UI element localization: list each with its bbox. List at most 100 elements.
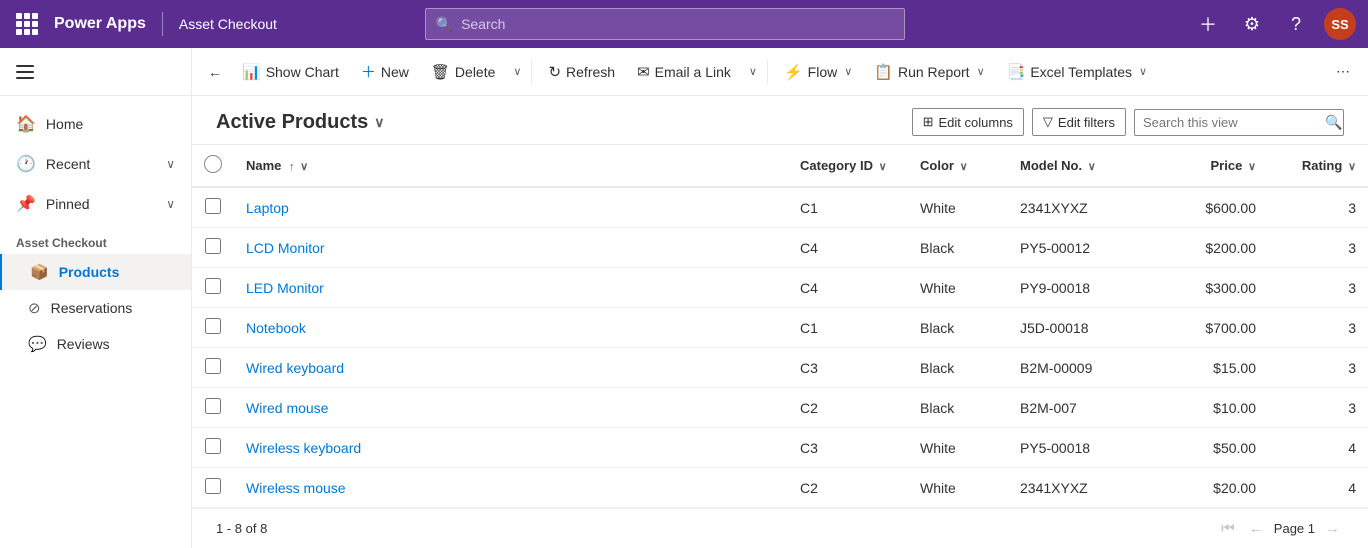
col-price-label: Price: [1211, 158, 1243, 173]
view-search-input[interactable]: [1143, 115, 1319, 130]
row-category-id: C1: [788, 187, 908, 228]
edit-columns-button[interactable]: ⊞ Edit columns: [912, 108, 1024, 136]
col-category-id[interactable]: Category ID ∨: [788, 145, 908, 187]
product-name-link[interactable]: Wireless mouse: [246, 480, 346, 496]
rating-filter-icon[interactable]: ∨: [1348, 161, 1356, 173]
row-name[interactable]: Wireless keyboard: [234, 428, 788, 468]
row-checkbox[interactable]: [205, 278, 221, 294]
show-chart-button[interactable]: 📊 Show Chart: [232, 57, 349, 87]
product-name-link[interactable]: Wired mouse: [246, 400, 328, 416]
row-name[interactable]: Notebook: [234, 308, 788, 348]
sidebar-item-products[interactable]: 📦 Products: [0, 254, 191, 290]
sidebar-item-pinned[interactable]: 📌 Pinned ∨: [0, 184, 191, 224]
chevron-down-icon-2[interactable]: ∨: [745, 65, 761, 78]
row-name[interactable]: LCD Monitor: [234, 228, 788, 268]
row-name[interactable]: Wired keyboard: [234, 348, 788, 388]
row-checkbox[interactable]: [205, 398, 221, 414]
help-button[interactable]: ?: [1280, 8, 1312, 40]
col-rating[interactable]: Rating ∨: [1268, 145, 1368, 187]
col-color[interactable]: Color ∨: [908, 145, 1008, 187]
row-color: Black: [908, 388, 1008, 428]
col-color-label: Color: [920, 158, 954, 173]
hamburger-icon: [16, 65, 34, 79]
avatar[interactable]: SS: [1324, 8, 1356, 40]
row-checkbox-cell[interactable]: [192, 388, 234, 428]
search-input[interactable]: [461, 16, 894, 32]
row-checkbox-cell[interactable]: [192, 228, 234, 268]
back-button[interactable]: ←: [200, 58, 230, 86]
view-search[interactable]: 🔍: [1134, 109, 1344, 136]
view-title-chevron-icon[interactable]: ∨: [374, 114, 384, 131]
row-checkbox[interactable]: [205, 318, 221, 334]
col-name[interactable]: Name ↑ ∨: [234, 145, 788, 187]
catid-filter-icon[interactable]: ∨: [879, 161, 887, 173]
run-report-button[interactable]: 📋 Run Report ∨: [864, 57, 994, 87]
row-checkbox[interactable]: [205, 478, 221, 494]
product-name-link[interactable]: Notebook: [246, 320, 306, 336]
edit-filters-button[interactable]: ▽ Edit filters: [1032, 108, 1126, 136]
product-name-link[interactable]: LCD Monitor: [246, 240, 325, 256]
product-name-link[interactable]: LED Monitor: [246, 280, 324, 296]
row-name[interactable]: Laptop: [234, 187, 788, 228]
delete-button[interactable]: 🗑 Delete: [421, 57, 506, 87]
nav-divider: [162, 12, 163, 36]
row-name[interactable]: Wireless mouse: [234, 468, 788, 508]
name-filter-icon[interactable]: ∨: [300, 161, 308, 173]
product-name-link[interactable]: Laptop: [246, 200, 289, 216]
add-button[interactable]: ＋: [1192, 8, 1224, 40]
row-checkbox[interactable]: [205, 438, 221, 454]
color-filter-icon[interactable]: ∨: [960, 161, 968, 173]
first-page-button[interactable]: ⏮: [1217, 516, 1239, 541]
reviews-icon: 💬: [28, 335, 47, 353]
row-checkbox-cell[interactable]: [192, 348, 234, 388]
row-checkbox[interactable]: [205, 358, 221, 374]
run-report-chevron-icon: ∨: [977, 65, 985, 78]
new-button[interactable]: ＋ New: [351, 55, 419, 88]
flow-button[interactable]: ⚡ Flow ∨: [774, 57, 862, 87]
row-name[interactable]: Wired mouse: [234, 388, 788, 428]
sidebar-item-recent[interactable]: 🕐 Recent ∨: [0, 144, 191, 184]
table-row: Wired keyboard C3 Black B2M-00009 $15.00…: [192, 348, 1368, 388]
row-checkbox[interactable]: [205, 198, 221, 214]
more-commands-button[interactable]: ⋯: [1326, 57, 1360, 86]
col-model-no[interactable]: Model No. ∨: [1008, 145, 1148, 187]
row-model-no: PY5-00018: [1008, 428, 1148, 468]
row-name[interactable]: LED Monitor: [234, 268, 788, 308]
sidebar-item-reviews[interactable]: 💬 Reviews: [0, 326, 191, 362]
delete-label: Delete: [455, 64, 495, 80]
settings-button[interactable]: ⚙: [1236, 8, 1268, 40]
excel-templates-button[interactable]: 📑 Excel Templates ∨: [997, 57, 1157, 87]
global-search[interactable]: 🔍: [425, 8, 905, 40]
row-checkbox-cell[interactable]: [192, 187, 234, 228]
row-checkbox-cell[interactable]: [192, 308, 234, 348]
record-count: 1 - 8 of 8: [216, 521, 267, 536]
col-price[interactable]: Price ∨: [1148, 145, 1268, 187]
sidebar-toggle[interactable]: [0, 48, 191, 96]
next-page-button[interactable]: →: [1321, 516, 1344, 541]
price-filter-icon[interactable]: ∨: [1248, 161, 1256, 173]
email-link-button[interactable]: ✉ Email a Link: [627, 57, 741, 87]
select-all-circle[interactable]: [204, 155, 222, 173]
chevron-down-icon-1[interactable]: ∨: [509, 65, 525, 78]
refresh-button[interactable]: ↻ Refresh: [538, 57, 625, 87]
product-name-link[interactable]: Wired keyboard: [246, 360, 344, 376]
prev-page-button[interactable]: ←: [1245, 516, 1268, 541]
row-rating: 4: [1268, 468, 1368, 508]
row-model-no: PY5-00012: [1008, 228, 1148, 268]
row-checkbox[interactable]: [205, 238, 221, 254]
product-name-link[interactable]: Wireless keyboard: [246, 440, 361, 456]
select-all-header[interactable]: [192, 145, 234, 187]
row-checkbox-cell[interactable]: [192, 428, 234, 468]
recent-chevron-icon: ∨: [166, 157, 175, 171]
row-checkbox-cell[interactable]: [192, 268, 234, 308]
flow-chevron-icon: ∨: [844, 65, 852, 78]
waffle-button[interactable]: [12, 9, 42, 39]
sidebar-item-home[interactable]: 🏠 Home: [0, 104, 191, 144]
row-price: $700.00: [1148, 308, 1268, 348]
flow-label: Flow: [808, 64, 838, 80]
row-checkbox-cell[interactable]: [192, 468, 234, 508]
model-filter-icon[interactable]: ∨: [1088, 161, 1096, 173]
sidebar-item-reservations[interactable]: ⊘ Reservations: [0, 290, 191, 326]
row-rating: 3: [1268, 268, 1368, 308]
row-model-no: PY9-00018: [1008, 268, 1148, 308]
